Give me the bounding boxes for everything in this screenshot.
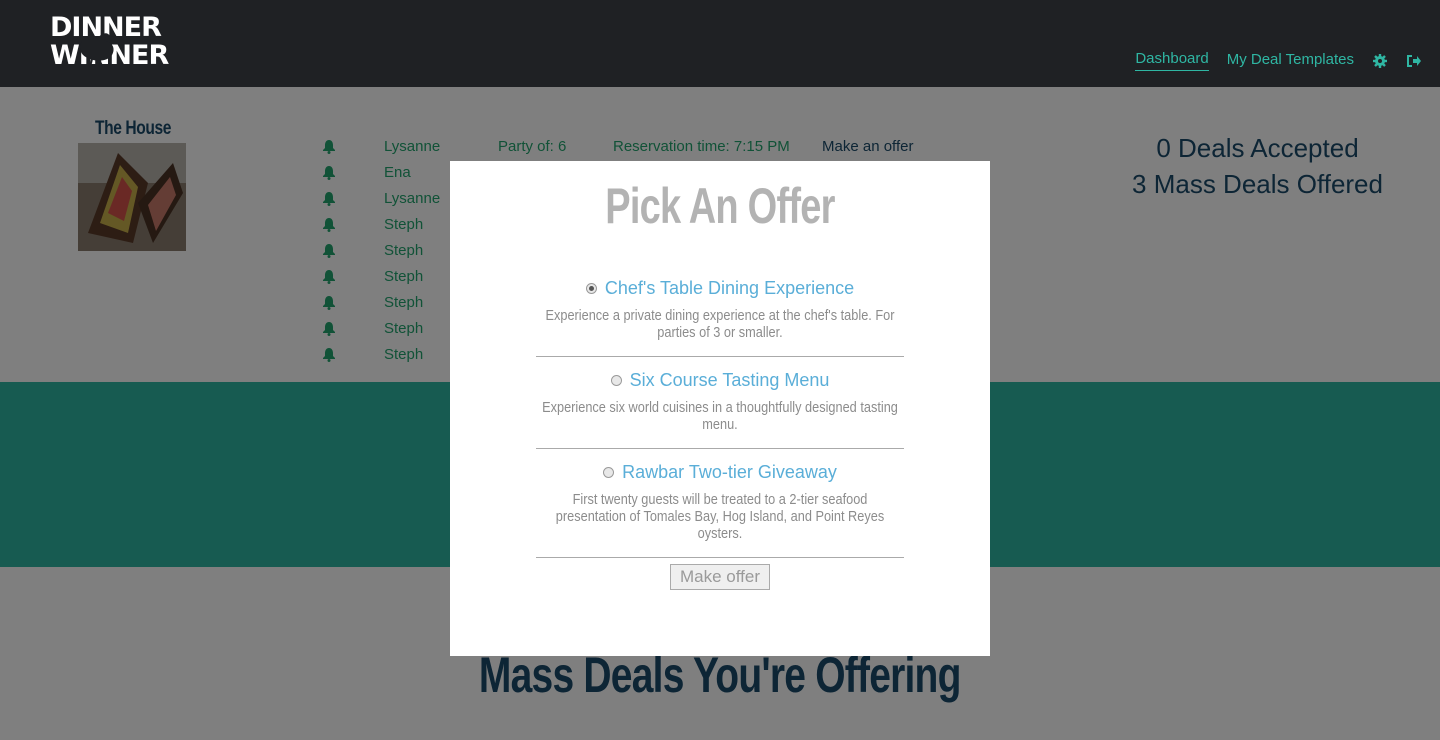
main-nav: Dashboard My Deal Templates (1135, 50, 1422, 71)
offer-description: Experience six world cuisines in a thoug… (542, 399, 898, 433)
offer-title[interactable]: Chef's Table Dining Experience (605, 278, 854, 299)
sign-out-icon[interactable] (1406, 53, 1422, 69)
offer-option[interactable]: Chef's Table Dining Experience Experienc… (536, 278, 904, 357)
top-navbar: DINNER WINNER Dashboard My Deal Template… (0, 0, 1440, 87)
modal-title-text: Pick An Offer (605, 178, 835, 234)
offer-title[interactable]: Six Course Tasting Menu (630, 370, 830, 391)
nav-dashboard[interactable]: Dashboard (1135, 50, 1209, 71)
offer-radio[interactable] (603, 467, 615, 478)
offer-option[interactable]: Rawbar Two-tier Giveaway First twenty gu… (536, 462, 904, 558)
offer-description: Experience a private dining experience a… (545, 307, 895, 341)
offer-radio[interactable] (610, 375, 622, 386)
dinner-winner-logo[interactable]: DINNER WINNER (50, 14, 169, 74)
pick-offer-modal: Pick An Offer Chef's Table Dining Experi… (450, 161, 990, 656)
nav-my-deal-templates[interactable]: My Deal Templates (1227, 51, 1354, 71)
modal-title: Pick An Offer (450, 177, 990, 235)
offer-option[interactable]: Six Course Tasting Menu Experience six w… (536, 370, 904, 449)
offer-description: First twenty guests will be treated to a… (555, 491, 885, 542)
rooster-icon (80, 33, 114, 68)
offer-title[interactable]: Rawbar Two-tier Giveaway (622, 462, 837, 483)
offer-radio[interactable] (585, 283, 597, 294)
gear-icon[interactable] (1372, 53, 1388, 69)
offer-options: Chef's Table Dining Experience Experienc… (536, 278, 904, 571)
make-offer-button[interactable]: Make offer (670, 564, 770, 590)
